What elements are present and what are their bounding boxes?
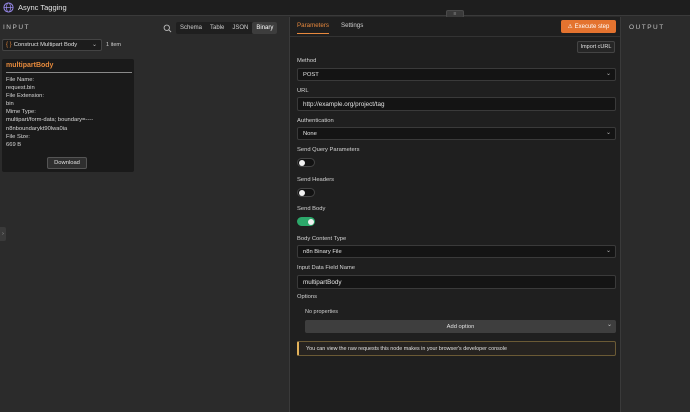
input-node-select-value: Construct Multipart Body xyxy=(13,42,78,48)
input-panel-title: INPUT xyxy=(3,24,30,31)
send-body-label: Send Body xyxy=(297,206,326,212)
item-count: 1 item xyxy=(106,42,121,48)
send-headers-toggle[interactable] xyxy=(297,188,315,197)
toggle-knob xyxy=(299,190,305,196)
method-value: POST xyxy=(303,71,319,78)
options-section: No properties Add option ⌄ xyxy=(305,308,616,338)
input-panel: INPUT Schema Table JSON Binary { } Const… xyxy=(0,17,289,412)
flask-icon: ⚠ xyxy=(567,23,573,30)
input-node-select[interactable]: { } Construct Multipart Body ⌄ xyxy=(2,39,102,51)
binary-meta-line: n8nboundarykt90lwa0ia xyxy=(6,125,68,132)
node-tabs: Parameters Settings xyxy=(297,22,375,34)
add-option-button[interactable]: Add option ⌄ xyxy=(305,320,616,333)
developer-console-notice: You can view the raw requests this node … xyxy=(297,341,616,356)
divider xyxy=(290,36,620,37)
binary-meta-line: bin xyxy=(6,101,14,108)
window-title: Async Tagging xyxy=(18,3,67,12)
download-button[interactable]: Download xyxy=(47,157,87,169)
binary-meta-line: File Name: xyxy=(6,77,35,83)
title-bar: Async Tagging xyxy=(0,0,690,16)
import-curl-button[interactable]: Import cURL xyxy=(577,41,615,53)
binary-meta-line: File Size: xyxy=(6,133,30,140)
view-tab-binary[interactable]: Binary xyxy=(252,22,278,34)
send-query-label: Send Query Parameters xyxy=(297,147,360,153)
braces-icon: { } xyxy=(6,42,12,48)
authentication-label: Authentication xyxy=(297,118,334,124)
send-query-toggle[interactable] xyxy=(297,158,315,167)
body-content-type-label: Body Content Type xyxy=(297,236,347,242)
view-tab-json[interactable]: JSON xyxy=(228,22,252,34)
toggle-knob xyxy=(299,160,305,166)
binary-meta-line: request.bin xyxy=(6,85,35,92)
tab-parameters[interactable]: Parameters xyxy=(297,22,329,34)
method-select[interactable]: POST ⌄ xyxy=(297,68,616,81)
output-panel-title: OUTPUT xyxy=(629,24,665,31)
binary-meta-line: Mime Type: xyxy=(6,109,36,116)
input-field-input[interactable]: multipartBody xyxy=(297,275,616,289)
chevron-down-icon: ⌄ xyxy=(606,322,612,328)
tab-settings[interactable]: Settings xyxy=(341,22,363,34)
parameters-panel: Parameters Settings ⚠ Execute step Impor… xyxy=(289,17,621,412)
chevron-down-icon: ⌄ xyxy=(605,130,611,136)
url-label: URL xyxy=(297,88,309,94)
divider xyxy=(6,72,132,73)
options-label: Options xyxy=(297,294,317,300)
body-content-type-value: n8n Binary File xyxy=(303,248,342,255)
search-icon[interactable] xyxy=(163,24,172,33)
send-headers-label: Send Headers xyxy=(297,177,335,183)
chevron-down-icon: ⌄ xyxy=(605,248,611,254)
binary-file-card: multipartBody File Name: request.bin Fil… xyxy=(2,59,134,172)
input-field-label: Input Data Field Name xyxy=(297,265,355,271)
chevron-right-icon[interactable]: › xyxy=(0,227,6,241)
view-mode-tabs: Schema Table JSON Binary xyxy=(176,22,278,34)
toggle-knob xyxy=(308,219,314,225)
method-label: Method xyxy=(297,58,317,64)
output-panel: OUTPUT xyxy=(622,17,690,412)
binary-meta-line: 669 B xyxy=(6,141,22,148)
chevron-down-icon: ⌄ xyxy=(605,71,611,77)
url-input[interactable]: http://example.org/project/tag xyxy=(297,97,616,111)
globe-icon xyxy=(3,2,14,13)
binary-meta-line: File Extension: xyxy=(6,93,45,100)
binary-property-name: multipartBody xyxy=(6,62,54,69)
view-tab-table[interactable]: Table xyxy=(206,22,228,34)
body-content-type-select[interactable]: n8n Binary File ⌄ xyxy=(297,245,616,258)
view-tab-schema[interactable]: Schema xyxy=(176,22,206,34)
no-properties-text: No properties xyxy=(305,309,339,315)
execute-step-label: Execute step xyxy=(574,23,610,30)
authentication-value: None xyxy=(303,130,317,137)
execute-step-button[interactable]: ⚠ Execute step xyxy=(561,20,616,33)
add-option-label: Add option xyxy=(446,323,475,330)
authentication-select[interactable]: None ⌄ xyxy=(297,127,616,140)
binary-meta-line: multipart/form-data; boundary=---- xyxy=(6,117,94,124)
chevron-down-icon: ⌄ xyxy=(91,42,97,48)
send-body-toggle[interactable] xyxy=(297,217,315,226)
